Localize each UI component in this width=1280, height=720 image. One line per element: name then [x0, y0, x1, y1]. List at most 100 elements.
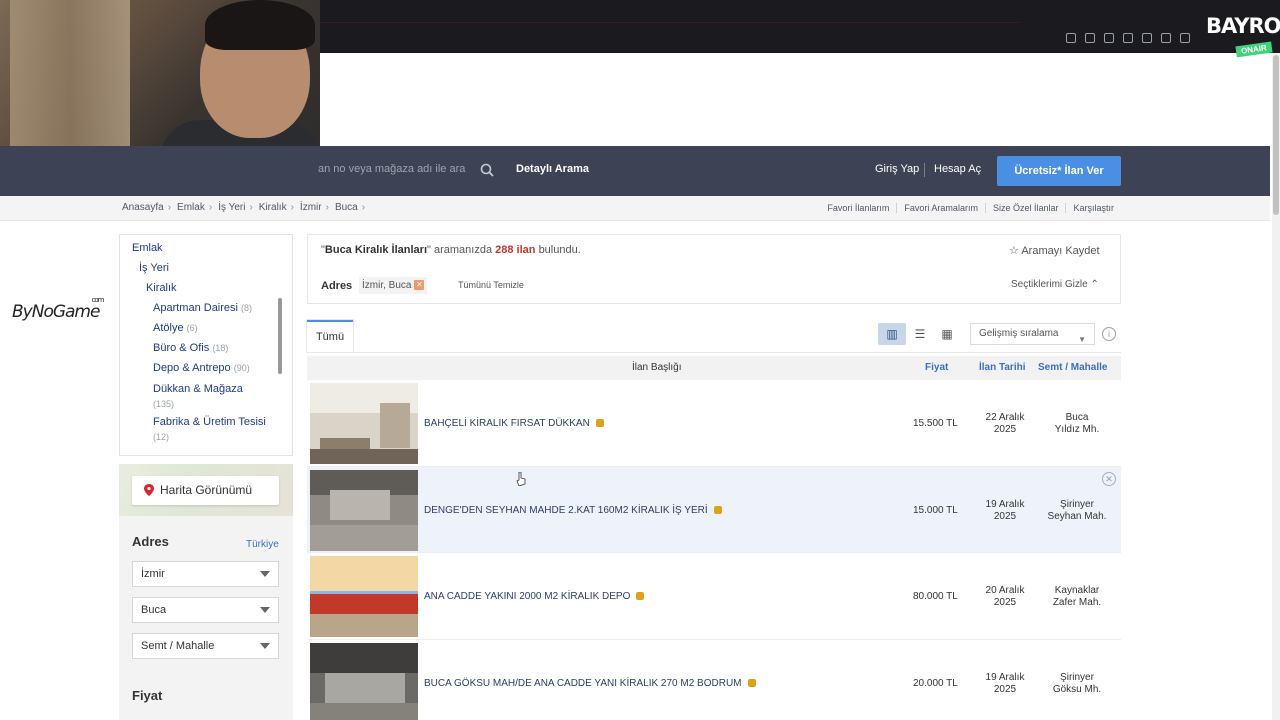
- map-view-button[interactable]: Harita Görünümü: [132, 476, 279, 505]
- listing-title[interactable]: ANA CADDE YAKINI 2000 M2 KİRALIK DEPO: [424, 591, 645, 602]
- listing-date: 19 Aralık 2025: [978, 499, 1032, 523]
- column-header-location[interactable]: Semt / Mahalle: [1038, 362, 1107, 373]
- price-filter-title: Fiyat: [132, 688, 163, 703]
- list-view-icon[interactable]: ☰: [906, 323, 934, 345]
- hide-selected-toggle[interactable]: Seçtiklerimi Gizle ⌃: [1011, 279, 1099, 290]
- date-year: 2025: [993, 684, 1017, 695]
- detailed-search-link[interactable]: Detaylı Arama: [516, 163, 589, 175]
- chevron-down-icon: [260, 643, 270, 649]
- clear-all-link[interactable]: Tümünü Temizle: [458, 280, 524, 290]
- summary-middle: aramanızda: [433, 244, 493, 256]
- breadcrumb-item[interactable]: İş Yeri: [218, 202, 245, 213]
- breadcrumb-item[interactable]: Emlak: [177, 202, 205, 213]
- heart-icon[interactable]: [1180, 33, 1190, 43]
- listing-date: 20 Aralık 2025: [978, 585, 1032, 609]
- category-item[interactable]: Dükkan & Mağaza (135): [153, 382, 273, 412]
- category-item[interactable]: Atölye (6): [153, 322, 198, 334]
- page-scrollbar[interactable]: [1272, 53, 1280, 720]
- date-day: 19 Aralık: [985, 499, 1025, 510]
- favorite-searches-link[interactable]: Favori Aramalarım: [896, 203, 985, 213]
- save-search-button[interactable]: ☆ Aramayı Kaydet: [1009, 244, 1100, 257]
- sort-select[interactable]: Gelişmiş sıralama ▼: [970, 323, 1095, 345]
- category-count: (18): [212, 343, 229, 353]
- screenshot-icon[interactable]: [1123, 33, 1133, 43]
- listing-thumbnail[interactable]: [310, 643, 418, 720]
- post-ad-button[interactable]: Ücretsiz* İlan Ver: [997, 156, 1121, 186]
- category-level1[interactable]: İş Yeri: [139, 262, 169, 274]
- column-header-title[interactable]: İlan Başlığı: [632, 362, 681, 373]
- listing-title[interactable]: DENGE'DEN SEYHAN MAHDE 2.KAT 160M2 KİRAL…: [424, 505, 722, 516]
- search-icon[interactable]: [480, 163, 494, 177]
- city-select[interactable]: İzmir: [132, 561, 279, 587]
- address-filter-chip[interactable]: İzmir, Buca ✕: [359, 277, 428, 294]
- listing-price: 80.000 TL: [913, 591, 958, 602]
- sidebar-icon[interactable]: [1066, 33, 1076, 43]
- category-label: Depo & Antrepo: [153, 362, 231, 374]
- pin-icon[interactable]: [1104, 33, 1114, 43]
- listing-thumbnail[interactable]: [310, 556, 418, 637]
- shield-icon[interactable]: [1142, 33, 1152, 43]
- summary-suffix: bulundu.: [538, 244, 581, 256]
- listing-title-text: BAHÇELİ KİRALIK FIRSAT DÜKKAN: [424, 418, 590, 429]
- category-level2[interactable]: Kiralık: [146, 282, 177, 294]
- account-links: Favori İlanlarım Favori Aramalarım Size …: [820, 203, 1121, 213]
- grid-view-icon[interactable]: ▦: [933, 323, 961, 345]
- country-link[interactable]: Türkiye: [246, 539, 279, 550]
- listing-price: 20.000 TL: [913, 678, 958, 689]
- column-header-date[interactable]: İlan Tarihi: [979, 362, 1026, 373]
- breadcrumb-separator: ›: [361, 202, 366, 213]
- recommended-ads-link[interactable]: Size Özel İlanlar: [984, 203, 1066, 213]
- listing-location: Şirinyer Seyhan Mah.: [1038, 499, 1116, 523]
- listing-thumbnail[interactable]: [310, 383, 418, 464]
- location-neighborhood: Seyhan Mah.: [1047, 511, 1107, 522]
- remove-filter-icon[interactable]: ✕: [414, 280, 425, 290]
- category-item[interactable]: Fabrika & Üretim Tesisi (12): [153, 415, 278, 445]
- zoom-icon[interactable]: [1085, 33, 1095, 43]
- category-label: Fabrika & Üretim Tesisi: [153, 416, 266, 428]
- city-value: İzmir: [141, 568, 165, 580]
- date-year: 2025: [993, 511, 1017, 522]
- date-year: 2025: [993, 597, 1017, 608]
- map-pin-icon: [144, 484, 154, 496]
- address-filter-title: Adres: [132, 534, 169, 549]
- category-item[interactable]: Apartman Dairesi (8): [153, 302, 252, 314]
- breadcrumb-item[interactable]: Anasayfa: [122, 202, 164, 213]
- search-input[interactable]: an no veya mağaza adı ile ara: [318, 163, 465, 175]
- listing-title-text: BUCA GÖKSU MAH/DE ANA CADDE YANI KİRALIK…: [424, 678, 742, 689]
- chevron-down-icon: [260, 571, 270, 577]
- breadcrumb-item[interactable]: İzmir: [300, 202, 322, 213]
- scrollbar-thumb[interactable]: [1273, 55, 1279, 215]
- compare-link[interactable]: Karşılaştır: [1065, 203, 1121, 213]
- category-label: Büro & Ofis: [153, 342, 210, 354]
- table-view-icon[interactable]: ▥: [878, 323, 906, 345]
- neighborhood-select[interactable]: Semt / Mahalle: [132, 633, 279, 659]
- breadcrumb-item[interactable]: Kiralık: [259, 202, 287, 213]
- register-link[interactable]: Hesap Aç: [934, 163, 981, 175]
- category-root[interactable]: Emlak: [132, 242, 163, 254]
- star-icon: ☆: [1009, 245, 1019, 257]
- sort-value: Gelişmiş sıralama: [979, 328, 1059, 339]
- login-link[interactable]: Giriş Yap: [875, 163, 919, 175]
- listing-title-text: ANA CADDE YAKINI 2000 M2 KİRALIK DEPO: [424, 591, 631, 602]
- listing-title[interactable]: BUCA GÖKSU MAH/DE ANA CADDE YANI KİRALIK…: [424, 678, 756, 689]
- info-icon[interactable]: i: [1102, 327, 1116, 341]
- badge-icon: [713, 506, 722, 515]
- location-area: Şirinyer: [1060, 672, 1094, 683]
- column-header-price[interactable]: Fiyat: [925, 362, 948, 373]
- listing-title[interactable]: BAHÇELİ KİRALIK FIRSAT DÜKKAN: [424, 418, 604, 429]
- close-icon[interactable]: ✕: [1102, 472, 1116, 486]
- tab-all[interactable]: Tümü: [307, 320, 353, 352]
- listing-thumbnail[interactable]: [310, 470, 418, 551]
- category-item[interactable]: Depo & Antrepo (90): [153, 362, 250, 374]
- listing-date: 19 Aralık 2025: [978, 672, 1032, 696]
- date-day: 20 Aralık: [985, 585, 1025, 596]
- category-scrollbar[interactable]: [278, 298, 282, 374]
- stream-logo-text: BAYRO: [1206, 14, 1280, 38]
- badge-icon: [747, 679, 756, 688]
- category-item[interactable]: Büro & Ofis (18): [153, 342, 228, 354]
- breadcrumb-item[interactable]: Buca: [335, 202, 358, 213]
- play-icon[interactable]: [1161, 33, 1171, 43]
- district-select[interactable]: Buca: [132, 597, 279, 623]
- favorite-ads-link[interactable]: Favori İlanlarım: [820, 203, 896, 213]
- location-neighborhood: Zafer Mah.: [1052, 597, 1102, 608]
